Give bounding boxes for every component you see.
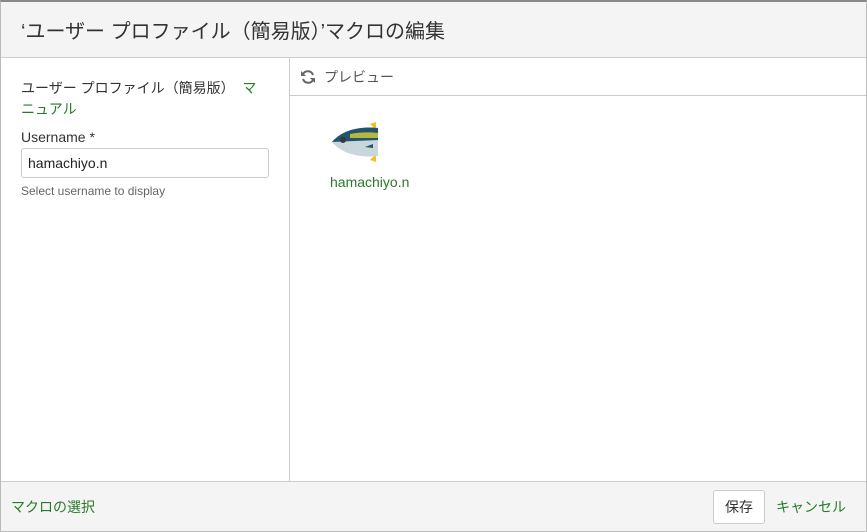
preview-label: プレビュー <box>324 68 394 85</box>
macro-name: ユーザー プロファイル（簡易版） <box>21 80 235 96</box>
preview-panel: プレビュー hamachiyo.n <box>290 58 866 481</box>
user-name-link[interactable]: hamachiyo.n <box>330 174 409 190</box>
dialog-header: ‘ユーザー プロファイル（簡易版）’マクロの編集 <box>1 2 866 58</box>
parameters-panel: ユーザー プロファイル（簡易版） マニュアル Username * Select… <box>1 58 290 481</box>
preview-refresh-button[interactable]: プレビュー <box>290 58 866 96</box>
username-label: Username * <box>21 129 95 145</box>
username-help: Select username to display <box>21 184 166 198</box>
cancel-link[interactable]: キャンセル <box>776 497 846 517</box>
select-macro-link[interactable]: マクロの選択 <box>11 497 95 517</box>
dialog-footer: マクロの選択 保存 キャンセル <box>1 481 866 531</box>
macro-edit-dialog: ‘ユーザー プロファイル（簡易版）’マクロの編集 ユーザー プロファイル（簡易版… <box>0 0 867 532</box>
dialog-title: ‘ユーザー プロファイル（簡易版）’マクロの編集 <box>21 21 446 43</box>
refresh-icon <box>301 69 315 84</box>
save-button[interactable]: 保存 <box>713 489 765 524</box>
user-profile: hamachiyo.n <box>330 120 409 190</box>
username-input[interactable] <box>21 148 269 178</box>
fish-avatar-icon[interactable] <box>330 120 378 164</box>
